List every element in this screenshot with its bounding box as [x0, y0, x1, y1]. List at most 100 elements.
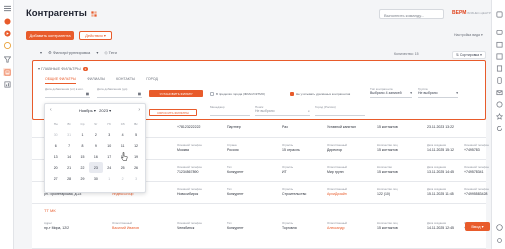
tab-general[interactable]: ОБЩИЕ ФИЛЬТРЫ: [45, 77, 77, 84]
calendar-day[interactable]: 9: [89, 140, 102, 151]
calendar-day[interactable]: 12: [129, 140, 142, 151]
group-select[interactable]: Не выбрано ▾: [418, 91, 458, 98]
mail-icon[interactable]: [495, 88, 503, 96]
notifications-icon[interactable]: [495, 10, 503, 18]
contractor-name-link[interactable]: ТТ МК: [44, 208, 56, 213]
command-input[interactable]: Выполнить команду...: [379, 9, 444, 19]
calendar-day[interactable]: 29: [76, 173, 89, 184]
view-settings-link[interactable]: Настройка вида ▾: [454, 33, 483, 37]
calendar-icon[interactable]: ▦: [138, 92, 141, 96]
cell-value[interactable]: Александр: [327, 226, 345, 230]
calendar-day[interactable]: 13: [49, 151, 62, 162]
cell-value: 71234567890: [177, 170, 199, 174]
calendar-day[interactable]: 1: [76, 129, 89, 140]
submit-button[interactable]: Ввод ▾: [465, 222, 490, 231]
cell-value[interactable]: Василий Иванов: [112, 226, 139, 230]
calendar-day[interactable]: 3: [103, 129, 116, 140]
calendar-day[interactable]: 24: [103, 162, 116, 173]
cell-label: Дата создания: [427, 143, 446, 147]
calendar-day[interactable]: 28: [62, 173, 75, 184]
calendar-day[interactable]: 8: [76, 140, 89, 151]
calendar-icon[interactable]: ▦: [86, 92, 89, 96]
docs-icon[interactable]: [495, 64, 503, 72]
date-to-input[interactable]: ▦: [97, 91, 142, 98]
reset-filters-button[interactable]: СБРОСИТЬ ФИЛЬТРЫ: [149, 109, 197, 116]
refresh-icon[interactable]: [495, 124, 503, 132]
table-cell: Ответственный АрхиДизайн: [327, 187, 347, 196]
calendar-day[interactable]: 19: [129, 151, 142, 162]
calendar-day[interactable]: 15: [76, 151, 89, 162]
calendar-day[interactable]: 26: [129, 162, 142, 173]
search-input[interactable]: Не выбрано ⌕: [255, 109, 310, 116]
weekday-label: Ср: [80, 121, 85, 126]
star-icon[interactable]: [495, 112, 503, 120]
collapse-icon[interactable]: ▾: [40, 50, 42, 55]
history-icon[interactable]: [495, 100, 503, 108]
home-icon[interactable]: [3, 17, 11, 25]
calendar-day[interactable]: 21: [62, 162, 75, 173]
filter-panel-header[interactable]: ▾ ГЛАВНЫЕ ФИЛЬТРЫ 2: [38, 66, 89, 71]
calendar-grid: Пн Вт Ср Чт Пт Сб Вс 30 31 1 2 3 4 5 6 7 8 9 10 11 12 13 14 15 1…: [49, 118, 143, 184]
cell-label: Основной телефон: [464, 187, 489, 191]
tasks-icon[interactable]: [495, 52, 503, 60]
search-icon[interactable]: ⌕: [308, 109, 310, 113]
tags-toggle[interactable]: ◇ Теги: [104, 50, 121, 55]
calendar-day[interactable]: 27: [49, 173, 62, 184]
chat-icon[interactable]: [495, 28, 503, 36]
menu-icon[interactable]: [3, 4, 11, 12]
city-input[interactable]: [315, 109, 365, 116]
settings-side-icon[interactable]: [495, 236, 503, 244]
calendar-day[interactable]: 7: [62, 140, 75, 151]
title-settings-icon[interactable]: [91, 11, 97, 17]
calendar-day[interactable]: 30: [49, 129, 62, 140]
city-limit-checkbox[interactable]: В пределах города (ФИАС/ОКТМО): [210, 92, 265, 96]
calendar-side-icon[interactable]: [495, 40, 503, 48]
play-icon[interactable]: [3, 29, 11, 37]
cell-value: Директор: [327, 148, 343, 152]
manager-input[interactable]: [210, 109, 250, 116]
filter-icon[interactable]: [3, 55, 11, 63]
calendar-day[interactable]: 23: [89, 162, 103, 173]
type-select[interactable]: Выбрано 4 записей ▾: [370, 91, 412, 98]
tab-city[interactable]: ГОРОД: [146, 77, 158, 83]
calendar-day[interactable]: 20: [49, 162, 62, 173]
calendar-day[interactable]: 14: [62, 151, 75, 162]
date-from-input[interactable]: ▦: [45, 91, 90, 98]
table-row[interactable]: ТТ МК Адрес пр-т Мира, 12/2 Ответственный Ва…: [32, 204, 489, 249]
calendar-day[interactable]: 4: [116, 129, 129, 140]
cell-label: Страна: [227, 143, 237, 147]
calendar-day[interactable]: 17: [103, 151, 116, 162]
next-month-icon[interactable]: ›: [138, 107, 140, 113]
add-contractor-button[interactable]: Добавить контрагента: [26, 31, 74, 40]
calendar-day[interactable]: 1: [103, 173, 116, 184]
apply-filter-button[interactable]: УСТАНОВИТЬ ФИЛЬТР: [149, 90, 203, 97]
cell-value: Партнер: [227, 125, 241, 129]
exclude-deleted-checkbox[interactable]: Не учитывать удалённых контрагентов: [290, 92, 350, 96]
report-icon[interactable]: [3, 80, 11, 88]
filters-toggle[interactable]: ⚙ Фильтр/группировка ▾: [48, 50, 98, 55]
actions-button[interactable]: Действия ▾: [79, 31, 112, 40]
calendar-day[interactable]: 30: [89, 173, 102, 184]
calendar-day[interactable]: 3: [129, 173, 142, 184]
phone-icon[interactable]: [495, 76, 503, 84]
calendar-day[interactable]: 22: [76, 162, 89, 173]
cell-value: 15 контактов: [377, 148, 398, 152]
calendar-day[interactable]: 10: [103, 140, 116, 151]
calendar-day[interactable]: 11: [116, 140, 129, 151]
calendar-day[interactable]: 31: [62, 129, 75, 140]
check-circle-icon[interactable]: [3, 41, 11, 49]
cell-value[interactable]: АрхиДизайн: [327, 192, 347, 196]
month-select[interactable]: Ноябрь: [79, 108, 93, 113]
tab-branches[interactable]: ФИЛИАЛЫ: [87, 77, 105, 83]
contractors-icon[interactable]: [3, 68, 11, 76]
calendar-day[interactable]: 6: [49, 140, 62, 151]
calendar-day[interactable]: 16: [89, 151, 102, 162]
calendar-day[interactable]: 2: [89, 129, 102, 140]
sort-dropdown[interactable]: ⇅ Сортировка ▾: [452, 51, 486, 59]
year-select[interactable]: 2023: [99, 108, 108, 113]
calendar-day[interactable]: 5: [129, 129, 142, 140]
help-icon[interactable]: [495, 223, 503, 231]
calendar-day[interactable]: 25: [116, 162, 129, 173]
calendar-day[interactable]: 2: [116, 173, 129, 184]
tab-contacts[interactable]: КОНТАКТЫ: [116, 77, 135, 83]
